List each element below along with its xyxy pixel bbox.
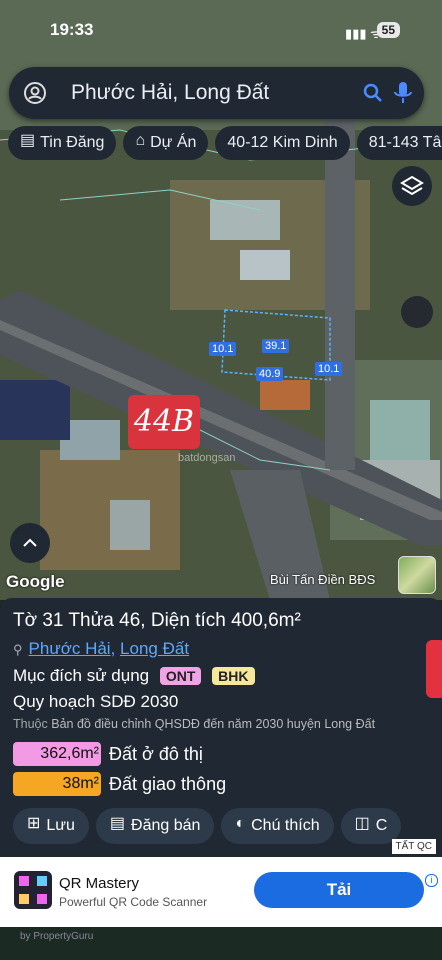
status-time: 19:33: [50, 20, 94, 39]
district-link[interactable]: Long Đất: [120, 639, 189, 658]
area-row-traffic: 38m² Đất giao thông: [13, 772, 226, 796]
account-icon[interactable]: [23, 81, 47, 105]
save-button[interactable]: ⊞ Lưu: [13, 808, 89, 844]
legend-icon: ◐: [235, 815, 246, 833]
area-label: Đất giao thông: [109, 773, 227, 794]
parcel-title: Tờ 31 Thửa 46, Diện tích 400,6m²: [13, 610, 301, 631]
dimension-label: 39.1: [262, 339, 290, 353]
side-tab[interactable]: [426, 640, 442, 698]
parcel-info-sheet: Tờ 31 Thửa 46, Diện tích 400,6m² ⚲ Phước …: [0, 598, 442, 858]
land-use-tag-ont[interactable]: ONT: [159, 667, 202, 685]
ad-app-name: QR Mastery: [59, 875, 140, 892]
area-value: 38m²: [13, 772, 101, 796]
action-buttons: ⊞ Lưu ▤ Đăng bán ◐ Chú thích ◫ C: [13, 808, 408, 844]
owner-label: Bùi Tấn Điền BĐS: [270, 572, 376, 587]
chip-address-1[interactable]: 40-12 Kim Dinh: [215, 126, 350, 160]
google-logo: Google: [6, 572, 65, 591]
status-bar: 19:33 ▮▮▮ ᯤ 55: [0, 10, 442, 50]
post-sale-button[interactable]: ▤ Đăng bán: [95, 808, 215, 844]
footer: by PropertyGuru: [0, 927, 442, 960]
area-label: Đất ở đô thị: [109, 743, 203, 764]
layers-icon: [400, 175, 424, 196]
ad-banner[interactable]: TẤT QC QR Mastery Powerful QR Code Scann…: [0, 839, 442, 927]
area-value: 362,6m²: [13, 742, 101, 766]
planning-heading: Quy hoạch SDĐ 2030: [13, 692, 179, 711]
save-icon: ⊞: [27, 815, 41, 833]
pin-icon: ⚲: [13, 642, 23, 657]
parcel-location: ⚲ Phước Hải, Long Đất: [13, 639, 190, 658]
ad-app-subtitle: Powerful QR Code Scanner: [59, 895, 208, 909]
land-use-tag-bhk[interactable]: BHK: [212, 667, 255, 685]
location-dot[interactable]: [401, 296, 433, 328]
building-icon: ⌂: [135, 132, 146, 150]
layers-button[interactable]: [392, 166, 432, 206]
chip-du-an[interactable]: ⌂ Dự Án: [123, 126, 209, 160]
listing-icon: ▤: [20, 132, 36, 150]
battery-level: 55: [376, 22, 400, 38]
planning-note: Thuộc Bản đồ điều chỉnh QHSDĐ đến năm 20…: [13, 717, 376, 731]
chip-tin-dang[interactable]: ▤ Tin Đăng: [8, 126, 117, 160]
watermark: batdongsan: [178, 452, 236, 464]
chevron-up-icon: [23, 538, 37, 547]
search-query[interactable]: Phước Hải, Long Đất: [71, 81, 269, 105]
land-use-row: Mục đích sử dụng ONT BHK: [13, 666, 255, 686]
post-icon: ▤: [109, 815, 126, 833]
info-icon[interactable]: i: [425, 874, 438, 887]
search-icon[interactable]: [362, 82, 384, 104]
dimension-label: 10.1: [315, 362, 343, 376]
owner-avatar[interactable]: [398, 556, 436, 594]
legend-button[interactable]: ◐ Chú thích: [221, 808, 334, 844]
footer-brand: by PropertyGuru: [20, 931, 94, 942]
ward-link[interactable]: Phước Hải: [29, 639, 111, 658]
area-row-residential: 362,6m² Đất ở đô thị: [13, 742, 203, 766]
ad-close-tag[interactable]: TẤT QC: [391, 839, 436, 854]
plot-badge[interactable]: 44B: [128, 395, 200, 449]
expand-up-button[interactable]: [10, 523, 50, 563]
qr-app-icon: [14, 871, 52, 909]
dimension-label: 40.9: [256, 367, 284, 381]
dimension-label: 10.1: [209, 342, 237, 356]
search-bar[interactable]: Phước Hải, Long Đất: [9, 67, 424, 119]
camera-icon: ◫: [354, 815, 370, 833]
chip-address-2[interactable]: 81-143 Tân: [356, 126, 442, 160]
ad-install-button[interactable]: Tải: [254, 872, 424, 908]
microphone-icon[interactable]: [392, 80, 414, 106]
filter-chips: ▤Tin Đăng⌂Dự Án40-12 Kim Dinh81-143 Tân: [8, 126, 442, 162]
